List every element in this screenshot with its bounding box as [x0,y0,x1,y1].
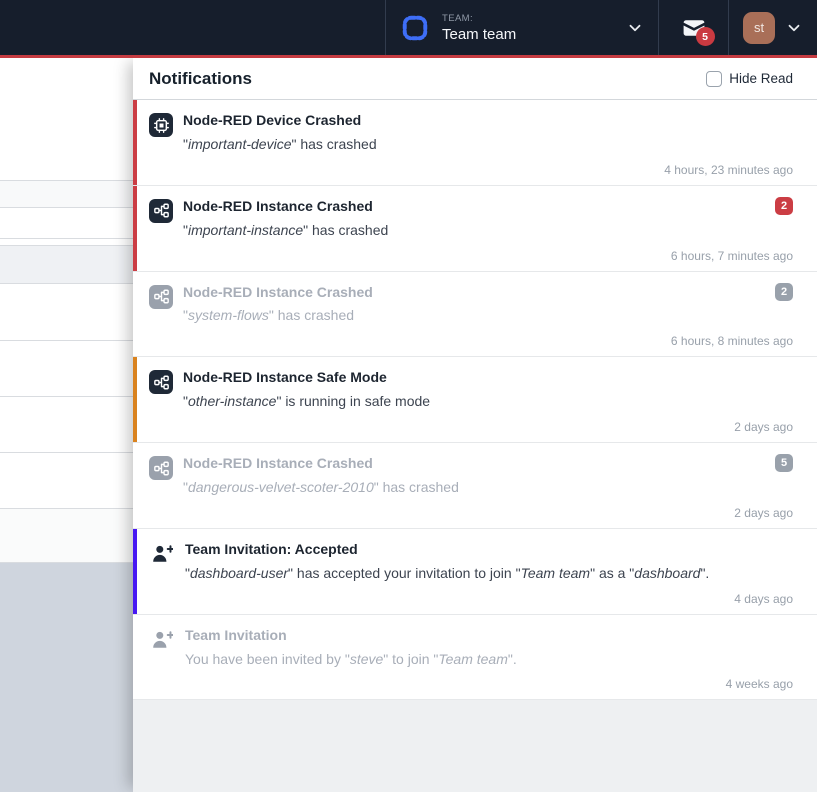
unread-count-badge: 5 [696,27,715,46]
hide-read-toggle[interactable]: Hide Read [706,71,793,87]
notification-body: Node-RED Instance Crashed "important-ins… [183,197,793,263]
chevron-down-icon [785,19,803,37]
team-avatar-icon [400,13,430,43]
notification-item[interactable]: Node-RED Instance Crashed "system-flows"… [133,272,817,358]
notification-message: "dangerous-velvet-scoter-2010" has crash… [183,478,793,497]
notifications-inbox-button[interactable]: 5 [658,0,728,55]
notification-item[interactable]: Node-RED Instance Crashed "important-ins… [133,186,817,272]
instance-icon [149,370,173,394]
notification-item[interactable]: Node-RED Instance Crashed "dangerous-vel… [133,443,817,529]
page-title: Notifications [149,69,252,89]
instance-icon [149,199,173,223]
severity-stripe [133,615,137,700]
avatar: st [743,12,775,44]
notification-title: Node-RED Device Crashed [183,111,793,130]
notifications-drawer: Notifications Hide Read Node-RED Device … [133,58,817,792]
notification-badge: 5 [775,454,793,472]
instance-icon [149,456,173,480]
team-meta: TEAM: Team team [442,13,626,43]
notification-message: "system-flows" has crashed [183,306,793,325]
drawer-empty-area [133,700,817,792]
notification-body: Node-RED Instance Safe Mode "other-insta… [183,368,793,434]
severity-stripe [133,357,137,442]
notification-message: You have been invited by "steve" to join… [185,650,793,669]
notification-timestamp: 6 hours, 7 minutes ago [183,249,793,263]
severity-stripe [133,272,137,357]
notification-title: Node-RED Instance Safe Mode [183,368,793,387]
notification-item[interactable]: Team Invitation You have been invited by… [133,615,817,701]
notification-body: Node-RED Instance Crashed "system-flows"… [183,283,793,349]
notification-title: Team Invitation: Accepted [185,540,793,559]
notification-timestamp: 4 hours, 23 minutes ago [183,163,793,177]
severity-stripe [133,529,137,614]
notification-timestamp: 2 days ago [183,506,793,520]
notification-body: Team Invitation You have been invited by… [185,626,793,692]
notification-message: "important-device" has crashed [183,135,793,154]
severity-stripe [133,186,137,271]
notification-message: "other-instance" is running in safe mode [183,392,793,411]
team-label: TEAM: [442,13,626,24]
notification-body: Node-RED Instance Crashed "dangerous-vel… [183,454,793,520]
instance-icon [149,285,173,309]
user-menu[interactable]: st [728,0,817,55]
chevron-down-icon [626,19,644,37]
notification-title: Node-RED Instance Crashed [183,283,793,302]
notification-timestamp: 2 days ago [183,420,793,434]
team-selector[interactable]: TEAM: Team team [385,0,658,55]
notification-item[interactable]: Node-RED Instance Safe Mode "other-insta… [133,357,817,443]
notification-timestamp: 4 days ago [185,592,793,606]
notification-timestamp: 6 hours, 8 minutes ago [183,334,793,348]
notification-title: Node-RED Instance Crashed [183,454,793,473]
notification-message: "dashboard-user" has accepted your invit… [185,564,793,583]
hide-read-checkbox[interactable] [706,71,722,87]
notification-item[interactable]: Team Invitation: Accepted "dashboard-use… [133,529,817,615]
top-navbar: TEAM: Team team 5 st [0,0,817,55]
device-icon [149,113,173,137]
notification-list: Node-RED Device Crashed "important-devic… [133,100,817,700]
severity-stripe [133,443,137,528]
notification-item[interactable]: Node-RED Device Crashed "important-devic… [133,100,817,186]
app-root: TEAM: Team team 5 st [0,0,817,792]
hide-read-label: Hide Read [729,71,793,86]
notification-body: Node-RED Device Crashed "important-devic… [183,111,793,177]
notification-badge: 2 [775,197,793,215]
notification-message: "important-instance" has crashed [183,221,793,240]
user-plus-icon [149,627,175,653]
team-name: Team team [442,26,626,43]
drawer-header: Notifications Hide Read [133,58,817,100]
notification-title: Team Invitation [185,626,793,645]
accent-divider [0,55,817,58]
notification-body: Team Invitation: Accepted "dashboard-use… [185,540,793,606]
severity-stripe [133,100,137,185]
notification-title: Node-RED Instance Crashed [183,197,793,216]
user-plus-icon [149,541,175,567]
notification-timestamp: 4 weeks ago [185,677,793,691]
notification-badge: 2 [775,283,793,301]
